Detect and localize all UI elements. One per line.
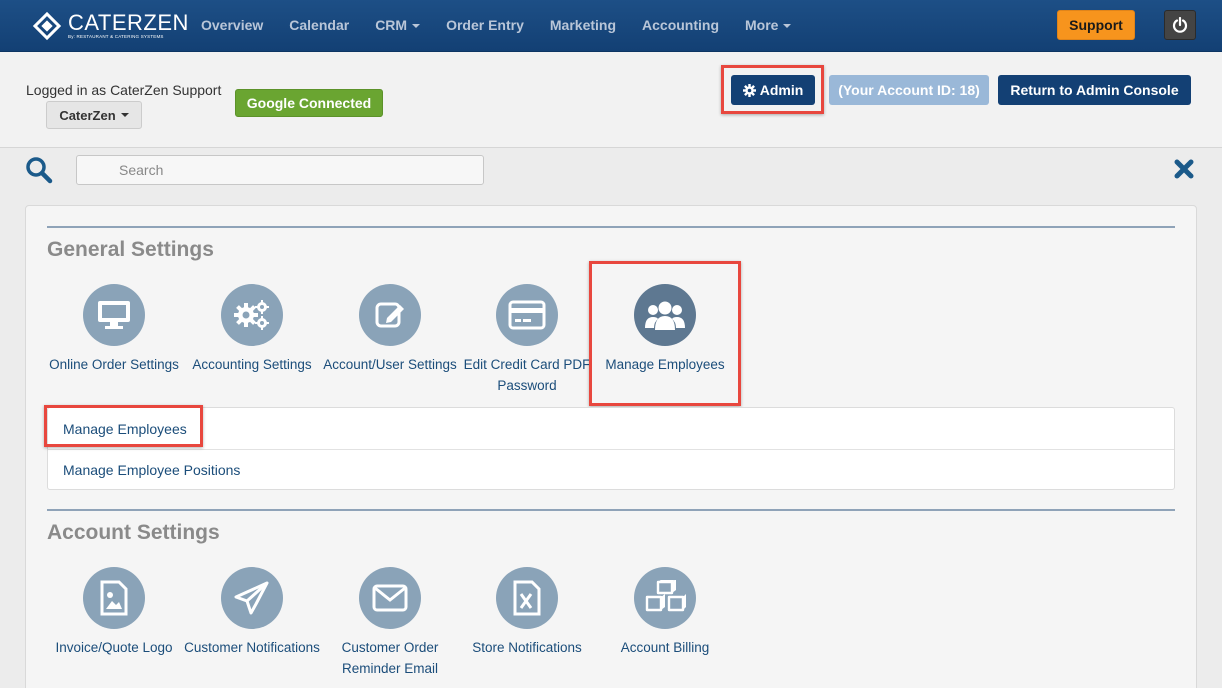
tile-customer-order-reminder-email[interactable]: Customer Order Reminder Email	[320, 567, 460, 679]
logged-in-text: Logged in as CaterZen Support	[26, 82, 222, 98]
account-settings-title: Account Settings	[47, 521, 220, 544]
gears-icon	[221, 284, 283, 346]
monitor-icon	[83, 284, 145, 346]
tile-label: Online Order Settings	[49, 357, 179, 372]
admin-label: Admin	[759, 82, 804, 98]
account-id-badge: (Your Account ID: 18)	[829, 75, 989, 105]
admin-button[interactable]: Admin	[731, 75, 815, 105]
caret-down-icon	[412, 24, 421, 29]
tile-accounting-settings[interactable]: Accounting Settings	[182, 284, 322, 375]
tile-customer-notifications[interactable]: Customer Notifications	[182, 567, 322, 658]
nav-crm[interactable]: CRM	[375, 17, 421, 33]
account-dropdown-label: CaterZen	[59, 107, 116, 123]
main-nav: Overview Calendar CRM Order Entry Market…	[188, 0, 804, 50]
tile-edit-credit-card-pdf-password[interactable]: Edit Credit Card PDF Password	[457, 284, 597, 396]
tile-label: Customer Order Reminder Email	[341, 640, 439, 676]
edit-icon	[359, 284, 421, 346]
tile-label: Account/User Settings	[323, 357, 457, 372]
caret-down-icon	[120, 113, 129, 117]
tile-label: Edit Credit Card PDF Password	[463, 357, 591, 393]
nav-marketing[interactable]: Marketing	[550, 17, 616, 33]
tile-account-user-settings[interactable]: Account/User Settings	[320, 284, 460, 375]
logout-button[interactable]	[1164, 10, 1196, 40]
section-divider	[47, 509, 1175, 511]
nav-accounting[interactable]: Accounting	[642, 17, 719, 33]
tile-label: Customer Notifications	[184, 640, 320, 655]
nav-calendar[interactable]: Calendar	[289, 17, 349, 33]
cubes-icon	[634, 567, 696, 629]
gear-icon	[742, 83, 756, 97]
credit-card-icon	[496, 284, 558, 346]
nav-order-entry[interactable]: Order Entry	[446, 17, 524, 33]
tile-label: Store Notifications	[472, 640, 582, 655]
nav-more[interactable]: More	[745, 17, 792, 33]
google-connected-button[interactable]: Google Connected	[235, 89, 383, 117]
tile-account-billing[interactable]: Account Billing	[595, 567, 735, 658]
image-file-icon	[83, 567, 145, 629]
support-button[interactable]: Support	[1057, 10, 1135, 40]
nav-overview[interactable]: Overview	[201, 17, 263, 33]
caterzen-logo[interactable]: CATERZEN By: RESTAURANT & CATERING SYSTE…	[32, 10, 189, 42]
top-navbar: CATERZEN By: RESTAURANT & CATERING SYSTE…	[0, 0, 1222, 52]
power-icon	[1172, 17, 1188, 33]
search-input[interactable]	[76, 155, 484, 185]
paper-plane-icon	[221, 567, 283, 629]
tile-label: Account Billing	[620, 640, 710, 655]
tile-label: Accounting Settings	[192, 357, 312, 372]
section-divider	[47, 226, 1175, 228]
submenu-highlight-box	[44, 405, 203, 447]
nav-more-label: More	[745, 17, 779, 33]
manage-employees-highlight-box	[589, 261, 741, 406]
logo-diamond-icon	[32, 11, 62, 41]
nav-crm-label: CRM	[375, 17, 408, 33]
tile-label: Invoice/Quote Logo	[55, 640, 173, 655]
account-dropdown[interactable]: CaterZen	[46, 101, 142, 129]
caret-down-icon	[783, 24, 792, 29]
close-icon[interactable]	[1173, 158, 1195, 180]
logo-name: CATERZEN	[68, 10, 189, 35]
submenu-manage-employee-positions[interactable]: Manage Employee Positions	[63, 462, 240, 478]
submenu-divider	[48, 449, 1174, 450]
envelope-icon	[359, 567, 421, 629]
tile-store-notifications[interactable]: Store Notifications	[457, 567, 597, 658]
tile-online-order-settings[interactable]: Online Order Settings	[44, 284, 184, 375]
return-to-admin-console-button[interactable]: Return to Admin Console	[998, 75, 1191, 105]
manage-employees-submenu: Manage Employees Manage Employee Positio…	[47, 407, 1175, 490]
search-icon[interactable]	[25, 156, 53, 184]
excel-file-icon	[496, 567, 558, 629]
logo-subtitle: By: RESTAURANT & CATERING SYSTEMS	[68, 34, 164, 39]
tile-invoice-quote-logo[interactable]: Invoice/Quote Logo	[44, 567, 184, 658]
general-settings-title: General Settings	[47, 238, 214, 261]
